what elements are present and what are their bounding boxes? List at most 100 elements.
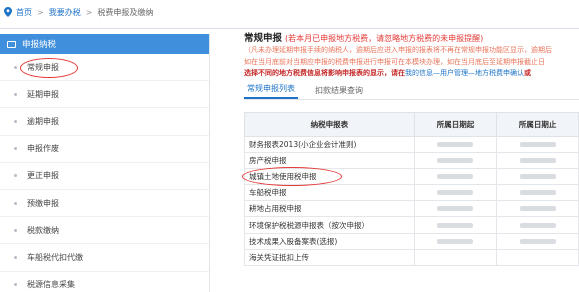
breadcrumb-level2[interactable]: 我要办税 [49, 7, 81, 18]
report-name-cell[interactable]: 车船税申报 [244, 184, 415, 202]
top-divider [0, 28, 579, 29]
end-date-cell [496, 200, 579, 218]
report-name-cell[interactable]: 房产税申报 [244, 151, 415, 169]
redacted-value [437, 206, 474, 212]
sidebar-item-extended-filing[interactable]: 延期申报 [0, 81, 209, 109]
notice-line-3-suffix: 或 [524, 69, 531, 77]
table-row[interactable]: 技术成果入股备案表(选报) [244, 232, 579, 250]
sidebar-item-label: 车船税代扣代缴 [27, 252, 83, 262]
sidebar-item-label: 预缴申报 [27, 198, 59, 208]
sidebar-item-overdue-filing[interactable]: 逾期申报 [0, 108, 209, 136]
redacted-value [437, 141, 474, 147]
redacted-value [519, 141, 556, 147]
sidebar-item-tax-source[interactable]: 税源信息采集 [0, 272, 209, 292]
report-name-cell[interactable]: 环境保护税税源申报表（按次申报） [244, 216, 415, 234]
table-wrapper: 纳税申报表 所属日期起 所属日期止 财务报表2013(小企业会计准则) 房产税申… [242, 111, 579, 267]
sidebar-header[interactable]: 申报纳税 [0, 34, 209, 54]
page-title: 常规申报 (若本月已申报地方税费，请忽略地方税费的未申报提醒) [244, 30, 579, 44]
table-row[interactable]: 海关凭证抵扣上传 [244, 248, 579, 267]
report-name-cell[interactable]: 海关凭证抵扣上传 [244, 248, 415, 267]
end-date-cell [496, 216, 579, 234]
tab-regular-list[interactable]: 常规申报列表 [244, 83, 298, 99]
table-row[interactable]: 环境保护税税源申报表（按次申报） [244, 216, 579, 234]
start-date-cell [413, 216, 498, 234]
sidebar-item-label: 税源信息采集 [27, 280, 75, 290]
redacted-value [437, 222, 474, 228]
end-date-cell [496, 248, 579, 267]
breadcrumb-separator: > [85, 7, 93, 17]
notice-line-1: （凡未办理延期申报手续的纳税人，逾期后应进入申报的报表将不再在常规申报功能区显示… [244, 46, 552, 54]
table-row[interactable]: 耕地占用税申报 [244, 200, 579, 218]
redacted-value [519, 206, 556, 212]
location-pin-icon [4, 7, 12, 17]
bullet-icon [14, 119, 17, 123]
column-header: 纳税申报表 [244, 111, 415, 137]
end-date-cell [496, 184, 579, 202]
user-info-link[interactable]: 我的信息—用户管理—地方税费申确认 [405, 69, 524, 77]
page-title-text: 常规申报 [244, 33, 283, 44]
notice-line-2: 如在当月底前对当期应申报的税费申报进行申报可在本模块办理，如在当月底后至延期申报… [244, 57, 545, 66]
redacted-value [437, 190, 474, 196]
column-header: 所属日期起 [413, 111, 498, 137]
redacted-value [519, 157, 556, 163]
table-row[interactable]: 财务报表2013(小企业会计准则) [244, 135, 579, 153]
end-date-cell [496, 135, 579, 153]
page-title-hint: (若本月已申报地方税费，请忽略地方税费的未申报提醒) [285, 34, 484, 43]
sidebar-item-label: 延期申报 [27, 89, 59, 99]
redacted-value [437, 173, 474, 179]
sidebar-item-vehicle-tax[interactable]: 车船税代扣代缴 [0, 244, 209, 272]
breadcrumb-home[interactable]: 首页 [16, 7, 32, 18]
table-row[interactable]: 房产税申报 [244, 151, 579, 169]
table-row[interactable]: 城镇土地使用税申报 [244, 167, 579, 186]
sidebar-header-label: 申报纳税 [22, 40, 57, 50]
end-date-cell [496, 167, 579, 186]
sidebar-item-label: 更正申报 [27, 171, 59, 181]
report-name-cell[interactable]: 财务报表2013(小企业会计准则) [244, 135, 415, 153]
breadcrumb: 首页 > 我要办税 > 税费申报及缴纳 [4, 5, 153, 19]
sidebar-item-label: 逾期申报 [27, 116, 59, 126]
start-date-cell [413, 184, 498, 202]
panel-icon [7, 40, 16, 48]
report-name-cell[interactable]: 耕地占用税申报 [244, 200, 415, 218]
redacted-value [519, 238, 556, 244]
start-date-cell [413, 151, 498, 169]
bullet-icon [14, 174, 17, 178]
table-header-row: 纳税申报表 所属日期起 所属日期止 [244, 111, 579, 137]
main-panel: 常规申报 (若本月已申报地方税费，请忽略地方税费的未申报提醒) （凡未办理延期申报… [242, 30, 579, 267]
redacted-value [519, 190, 556, 196]
sidebar-item-label: 税款缴纳 [27, 225, 59, 235]
start-date-cell [413, 248, 498, 267]
redacted-value [437, 157, 474, 163]
sidebar: 申报纳税 常规申报 延期申报 逾期申报 申报作废 更正申报 预缴申报 税款缴纳 … [0, 34, 210, 292]
start-date-cell [413, 167, 498, 186]
redacted-value [519, 173, 556, 179]
sidebar-item-void-filing[interactable]: 申报作废 [0, 136, 209, 163]
breadcrumb-current: 税费申报及缴纳 [97, 7, 154, 17]
highlight-circle [20, 58, 78, 78]
table-row[interactable]: 车船税申报 [244, 184, 579, 202]
redacted-value [519, 222, 556, 228]
breadcrumb-separator: > [37, 7, 44, 17]
sidebar-item-prepay-filing[interactable]: 预缴申报 [0, 190, 209, 218]
report-name-cell[interactable]: 城镇土地使用税申报 [244, 167, 415, 186]
start-date-cell [413, 232, 498, 250]
bullet-icon [14, 201, 17, 205]
bullet-icon [14, 228, 17, 232]
bullet-icon [14, 283, 17, 287]
notice-line-3: 选择不同的地方税费信息将影响申报表的显示，请在我的信息—用户管理—地方税费申确认… [244, 69, 579, 79]
bullet-icon [14, 92, 17, 96]
notice-line-3-prefix: 选择不同的地方税费信息将影响申报表的显示，请在 [244, 69, 405, 77]
bullet-icon [14, 147, 17, 151]
tab-deduction-query[interactable]: 扣款结果查询 [312, 85, 366, 99]
start-date-cell [413, 200, 498, 218]
sidebar-item-tax-payment[interactable]: 税款缴纳 [0, 217, 209, 245]
start-date-cell [413, 135, 498, 153]
sidebar-item-correction-filing[interactable]: 更正申报 [0, 163, 209, 190]
column-header: 所属日期止 [496, 111, 579, 137]
report-name-cell[interactable]: 技术成果入股备案表(选报) [244, 232, 415, 250]
sidebar-item-label: 申报作废 [27, 144, 59, 154]
sidebar-item-regular-filing[interactable]: 常规申报 [0, 54, 209, 82]
bullet-icon [14, 255, 17, 259]
end-date-cell [496, 232, 579, 250]
bullet-icon [14, 65, 17, 69]
